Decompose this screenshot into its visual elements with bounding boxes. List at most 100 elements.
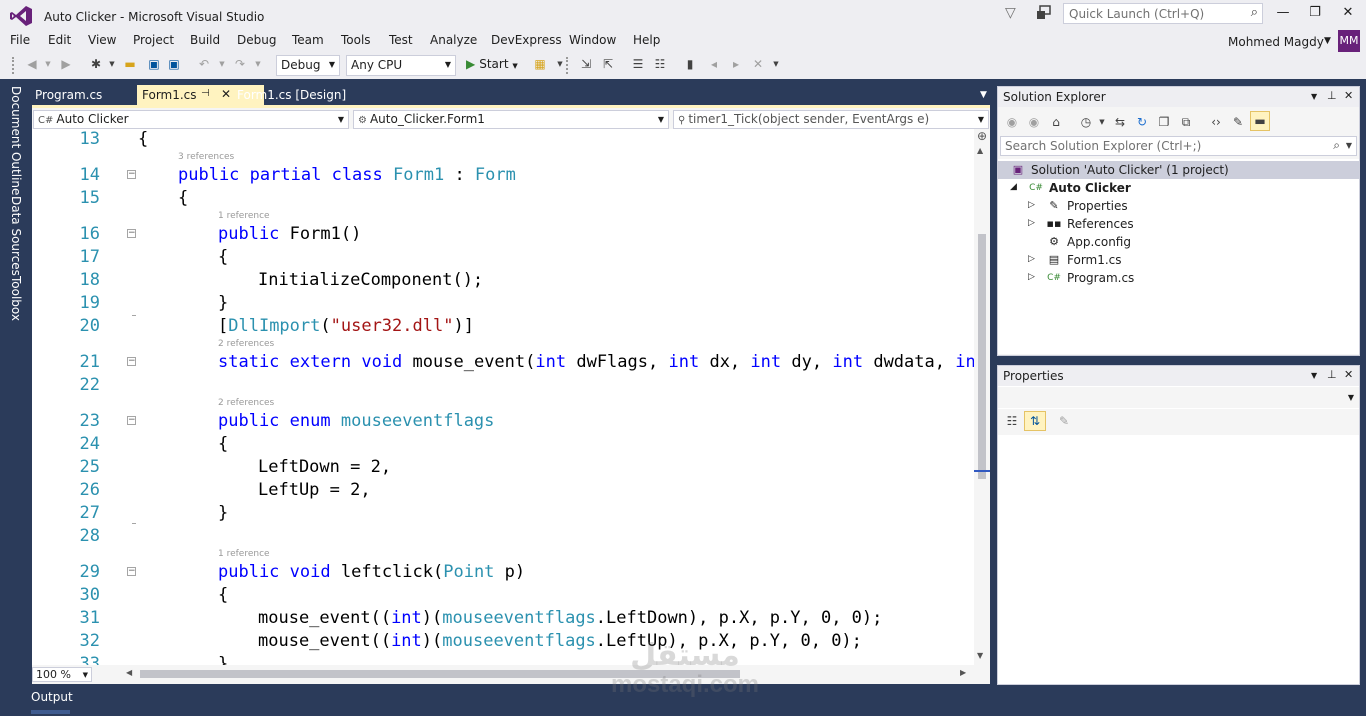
redo-icon[interactable]: ↷ <box>232 56 248 72</box>
menu-view[interactable]: View <box>88 33 116 47</box>
menu-debug[interactable]: Debug <box>237 33 276 47</box>
platform-dropdown[interactable]: Any CPU ▼ <box>346 55 456 76</box>
close-icon[interactable]: ✕ <box>1344 368 1353 381</box>
collapse-icon[interactable]: − <box>127 229 136 238</box>
undo-icon[interactable]: ↶ <box>196 56 212 72</box>
avatar[interactable]: MM <box>1338 30 1360 52</box>
show-all-files-icon[interactable]: ⧉ <box>1178 114 1194 130</box>
menu-tools[interactable]: Tools <box>341 33 371 47</box>
collapse-icon[interactable]: − <box>127 170 136 179</box>
save-all-icon[interactable]: ▣ <box>166 56 182 72</box>
refresh-icon[interactable]: ↻ <box>1134 114 1150 130</box>
menu-window[interactable]: Window <box>569 33 616 47</box>
tree-item-project[interactable]: ◢ C# Auto Clicker <box>998 179 1359 197</box>
menu-help[interactable]: Help <box>633 33 660 47</box>
tree-item-solution[interactable]: ▣ Solution 'Auto Clicker' (1 project) <box>998 161 1359 179</box>
menu-build[interactable]: Build <box>190 33 220 47</box>
chevron-down-icon[interactable]: ▼ <box>40 56 56 72</box>
tab-data-sources[interactable]: Data Sources <box>9 196 23 276</box>
collapsed-icon[interactable]: ▷ <box>1028 200 1035 210</box>
back-icon[interactable]: ◉ <box>1004 114 1020 130</box>
tab-program-cs[interactable]: Program.cs <box>30 85 136 105</box>
split-window-icon[interactable]: ⊕ <box>974 129 990 145</box>
navigate-forward-icon[interactable]: ▶ <box>58 56 74 72</box>
close-icon[interactable]: ✕ <box>221 87 231 101</box>
tree-item-program[interactable]: ▷ C# Program.cs <box>998 269 1359 287</box>
tab-form1-design[interactable]: Form1.cs [Design] <box>232 85 362 105</box>
menu-devexpress[interactable]: DevExpress <box>491 33 562 47</box>
toolbar-grip[interactable] <box>12 57 15 74</box>
codelens-references[interactable]: 3 references <box>178 152 234 162</box>
code-area[interactable]: 13 14 15 16 17 18 19 20 21 22 23 24 25 2… <box>32 129 974 665</box>
codelens-references[interactable]: 2 references <box>218 398 274 408</box>
class-dropdown[interactable]: ⚙ Auto_Clicker.Form1 ▼ <box>353 110 669 129</box>
menu-edit[interactable]: Edit <box>48 33 71 47</box>
scroll-up-icon[interactable]: ▲ <box>977 146 983 155</box>
clear-bookmarks-icon[interactable]: ✕ <box>750 56 766 72</box>
browse-icon[interactable]: ▦ <box>532 56 548 72</box>
menu-file[interactable]: File <box>10 33 30 47</box>
menu-analyze[interactable]: Analyze <box>430 33 477 47</box>
solution-search-input[interactable]: Search Solution Explorer (Ctrl+;) ⌕ ▼ <box>1000 136 1357 156</box>
property-pages-icon[interactable]: ✎ <box>1056 413 1072 429</box>
search-icon[interactable]: ⌕ <box>1251 5 1258 20</box>
tab-toolbox[interactable]: Toolbox <box>9 276 23 321</box>
view-code-icon[interactable]: ‹› <box>1208 114 1224 130</box>
tree-item-references[interactable]: ▷ ▪▪ References <box>998 215 1359 233</box>
tree-item-properties[interactable]: ▷ ✎ Properties <box>998 197 1359 215</box>
tree-item-app-config[interactable]: ⚙ App.config <box>998 233 1359 251</box>
feedback-icon[interactable] <box>1036 5 1052 21</box>
menu-team[interactable]: Team <box>292 33 324 47</box>
code-editor[interactable]: 13 14 15 16 17 18 19 20 21 22 23 24 25 2… <box>32 129 990 665</box>
alphabetical-icon[interactable]: ⇅ <box>1024 411 1046 431</box>
chevron-down-icon[interactable]: ▼ <box>1324 36 1331 46</box>
restore-icon[interactable]: ❐ <box>1307 6 1323 20</box>
pin-icon[interactable]: ⊣ <box>201 88 210 99</box>
codelens-references[interactable]: 1 reference <box>218 211 270 221</box>
toolbar-overflow-icon[interactable]: ▼ <box>768 56 784 72</box>
save-icon[interactable]: ▣ <box>146 56 162 72</box>
zoom-dropdown[interactable]: 100 % ▼ <box>32 667 92 682</box>
chevron-down-icon[interactable]: ▼ <box>1094 114 1110 130</box>
chevron-down-icon[interactable]: ▼ <box>214 56 230 72</box>
filter-icon[interactable]: ▽ <box>1005 5 1021 21</box>
pin-icon[interactable]: ⊥ <box>1327 89 1337 102</box>
project-dropdown[interactable]: C# Auto Clicker ▼ <box>33 110 349 129</box>
tree-item-form1[interactable]: ▷ ▤ Form1.cs <box>998 251 1359 269</box>
member-dropdown[interactable]: ⚲ timer1_Tick(object sender, EventArgs e)… <box>673 110 989 129</box>
close-icon[interactable]: ✕ <box>1340 6 1356 20</box>
step-into-icon[interactable]: ⇲ <box>578 56 594 72</box>
chevron-down-icon[interactable]: ▼ <box>250 56 266 72</box>
chevron-down-icon[interactable]: ▼ <box>1311 371 1317 380</box>
collapse-icon[interactable]: − <box>127 416 136 425</box>
bookmark-icon[interactable]: ▮ <box>682 56 698 72</box>
close-icon[interactable]: ✕ <box>1344 89 1353 102</box>
collapse-icon[interactable]: − <box>127 357 136 366</box>
object-selector-dropdown[interactable]: ▼ <box>998 387 1359 408</box>
collapse-all-icon[interactable]: ❐ <box>1156 114 1172 130</box>
uncomment-icon[interactable]: ☷ <box>652 56 668 72</box>
next-bookmark-icon[interactable]: ▸ <box>728 56 744 72</box>
new-project-icon[interactable]: ✱ <box>88 56 104 72</box>
scroll-down-icon[interactable]: ▼ <box>977 651 983 660</box>
expanded-icon[interactable]: ◢ <box>1010 182 1017 192</box>
chevron-down-icon[interactable]: ▼ <box>104 56 120 72</box>
collapsed-icon[interactable]: ▷ <box>1028 272 1035 282</box>
menu-project[interactable]: Project <box>133 33 174 47</box>
configuration-dropdown[interactable]: Debug ▼ <box>276 55 340 76</box>
chevron-down-icon[interactable]: ▼ <box>1311 92 1317 101</box>
pin-icon[interactable]: ⊥ <box>1327 368 1337 381</box>
preview-selected-icon[interactable]: ▬ <box>1250 111 1270 131</box>
quick-launch-input[interactable]: Quick Launch (Ctrl+Q) ⌕ <box>1063 3 1263 24</box>
user-name[interactable]: Mohmed Magdy <box>1228 35 1324 49</box>
categorized-icon[interactable]: ☷ <box>1004 413 1020 429</box>
chevron-down-icon[interactable]: ▼ <box>980 90 987 100</box>
scroll-right-icon[interactable]: ▶ <box>960 668 966 677</box>
start-button[interactable]: ▶ Start ▼ <box>466 57 518 71</box>
chevron-down-icon[interactable]: ▼ <box>1346 141 1352 150</box>
scrollbar-thumb[interactable] <box>978 234 986 479</box>
sync-icon[interactable]: ⇆ <box>1112 114 1128 130</box>
minimize-icon[interactable]: — <box>1275 6 1291 20</box>
toolbar-grip[interactable] <box>566 57 569 74</box>
codelens-references[interactable]: 2 references <box>218 339 274 349</box>
